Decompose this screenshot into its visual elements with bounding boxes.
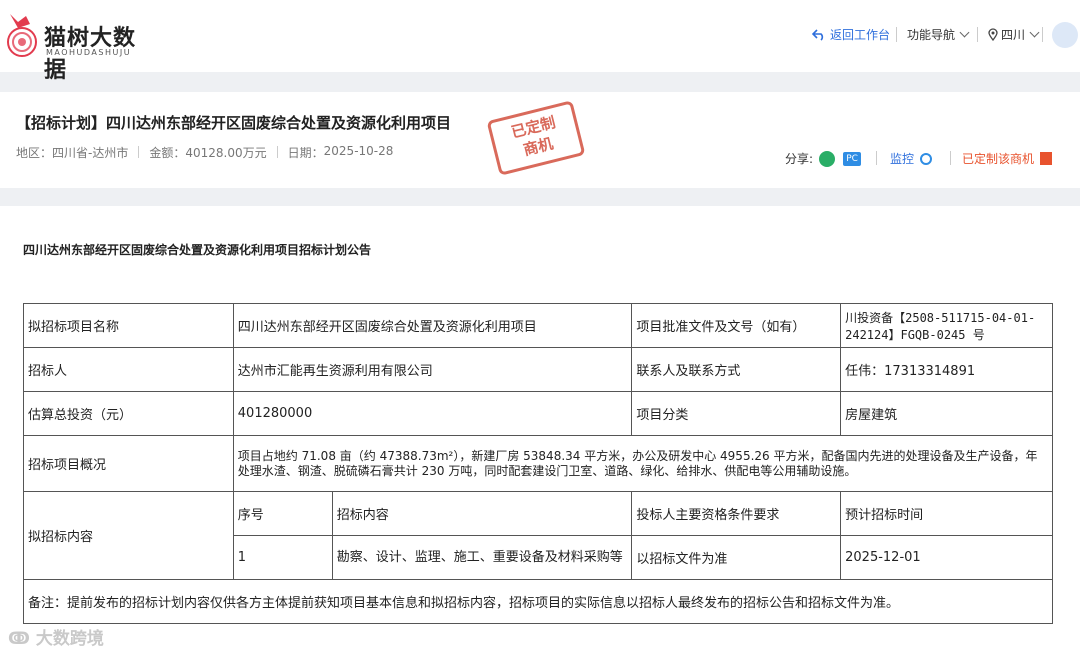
nav-divider: [977, 27, 978, 42]
table-cell: 勘察、设计、监理、施工、重要设备及材料采购等: [331, 535, 633, 580]
table-header-cell: 投标人主要资格条件要求: [631, 491, 842, 536]
table-cell: 估算总投资（元）: [23, 391, 234, 436]
wechat-icon[interactable]: [819, 150, 836, 167]
share-label: 分享:: [785, 152, 814, 166]
table-cell: 项目占地约 71.08 亩（约 47388.73m²），新建厂房 53848.3…: [232, 435, 1054, 492]
region-meta-label: 地区：: [16, 146, 53, 160]
watermark-icon: ↂ: [8, 629, 36, 649]
monitor-label: 监控: [890, 152, 915, 166]
customized-button[interactable]: 已定制该商机: [962, 150, 1053, 167]
table-cell: 项目分类: [631, 391, 842, 436]
table-header-cell: 预计招标时间: [840, 491, 1053, 536]
table-cell: 401280000: [232, 391, 633, 436]
watermark: ↂ 大数跨境: [8, 624, 104, 649]
table-cell: 川投资备【2508-511715-04-01-242124】FGQB-0245 …: [840, 303, 1053, 348]
bid-plan-table: 拟招标项目名称 四川达州东部经开区固废综合处置及资源化利用项目 项目批准文件及文…: [23, 303, 1054, 624]
action-divider: [876, 151, 877, 165]
chevron-down-icon: [1029, 27, 1040, 38]
region-dropdown[interactable]: 四川: [988, 26, 1040, 43]
table-row: 招标人 达州市汇能再生资源利用有限公司 联系人及联系方式 任伟：17313314…: [23, 347, 1053, 392]
table-cell: 四川达州东部经开区固废综合处置及资源化利用项目: [232, 303, 633, 348]
avatar[interactable]: [1052, 22, 1078, 48]
nav-divider: [896, 27, 897, 42]
bookmark-icon: [1040, 152, 1053, 165]
table-header-cell: 招标内容: [331, 491, 633, 536]
table-cell: 拟招标内容: [23, 491, 234, 580]
table-cell: 项目批准文件及文号（如有）: [631, 303, 842, 348]
location-pin-icon: [988, 28, 998, 41]
monitor-icon: [920, 152, 933, 165]
page-title: 【招标计划】四川达州东部经开区固废综合处置及资源化利用项目: [16, 114, 452, 132]
table-row: 估算总投资（元） 401280000 项目分类 房屋建筑: [23, 391, 1053, 436]
function-nav-dropdown[interactable]: 功能导航: [907, 26, 970, 43]
table-row: 拟招标内容 序号 招标内容 投标人主要资格条件要求 预计招标时间: [23, 491, 1053, 580]
table-cell: 达州市汇能再生资源利用有限公司: [232, 347, 633, 392]
customized-label: 已定制该商机: [962, 152, 1035, 166]
region-label: 四川: [1001, 28, 1026, 42]
notice-title: 四川达州东部经开区固废综合处置及资源化利用项目招标计划公告: [23, 243, 372, 257]
meta-divider: [276, 146, 278, 158]
remark-cell: 备注：提前发布的招标计划内容仅供各方主体提前获知项目基本信息和拟招标内容，招标项…: [23, 579, 1053, 624]
share-group: 分享: PC: [785, 150, 862, 167]
pc-icon[interactable]: PC: [843, 151, 862, 166]
region-meta-value: 四川省-达州市: [52, 146, 129, 160]
top-bar: 猫树大数据 MAOHUDASHUJU 返回工作台 功能导航 四川: [0, 0, 1080, 83]
logo[interactable]: 猫树大数据 MAOHUDASHUJU: [4, 8, 154, 83]
amount-meta-label: 金额：: [149, 146, 186, 160]
table-cell: 拟招标项目名称: [23, 303, 234, 348]
table-row: 招标项目概况 项目占地约 71.08 亩（约 47388.73m²），新建厂房 …: [23, 435, 1054, 492]
table-cell: 联系人及联系方式: [631, 347, 842, 392]
table-row: 拟招标项目名称 四川达州东部经开区固废综合处置及资源化利用项目 项目批准文件及文…: [23, 303, 1053, 348]
function-nav-label: 功能导航: [907, 28, 956, 42]
meta-divider: [138, 146, 140, 158]
amount-meta-value: 40128.00万元: [185, 146, 267, 160]
nav-divider: [1042, 27, 1043, 42]
monitor-button[interactable]: 监控: [890, 150, 933, 167]
table-cell: 任伟：17313314891: [840, 347, 1053, 392]
return-label: 返回工作台: [830, 28, 891, 42]
table-row: 备注：提前发布的招标计划内容仅供各方主体提前获知项目基本信息和拟招标内容，招标项…: [23, 579, 1053, 624]
logo-subtext: MAOHUDASHUJU: [46, 48, 132, 57]
project-meta: 地区： 四川省-达州市 金额： 40128.00万元 日期： 2025-10-2…: [16, 144, 393, 161]
table-cell: 2025-12-01: [840, 535, 1053, 580]
table-header-cell: 序号: [232, 491, 333, 536]
return-workbench-link[interactable]: 返回工作台: [812, 26, 890, 43]
action-divider: [950, 151, 951, 165]
date-meta-label: 日期：: [287, 146, 324, 160]
table-cell: 1: [232, 535, 333, 580]
logo-mark-icon: [7, 14, 37, 57]
return-arrow-icon: [812, 28, 824, 41]
date-meta-value: 2025-10-28: [323, 144, 394, 158]
table-cell: 以招标文件为准: [631, 535, 842, 580]
chevron-down-icon: [959, 27, 970, 38]
table-cell: 房屋建筑: [840, 391, 1053, 436]
table-cell: 招标项目概况: [23, 435, 234, 492]
watermark-text: 大数跨境: [35, 629, 104, 649]
table-cell: 招标人: [23, 347, 234, 392]
